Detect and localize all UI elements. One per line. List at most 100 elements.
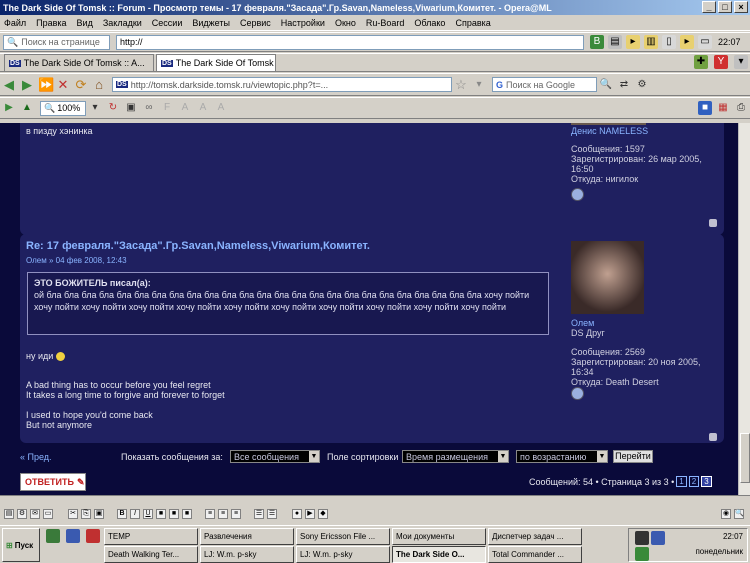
translate-icon[interactable]: ⇄ xyxy=(617,78,631,92)
format-icon[interactable]: ⚙ xyxy=(17,509,27,519)
fast-forward-icon[interactable]: ⏩ xyxy=(38,77,54,92)
menu-widgets[interactable]: Виджеты xyxy=(192,18,230,28)
page-folder-icon[interactable]: ▸ xyxy=(680,35,694,49)
image-icon[interactable]: ▣ xyxy=(124,101,138,115)
glasses-icon[interactable]: ∞ xyxy=(142,101,156,115)
menu-bookmarks[interactable]: Закладки xyxy=(103,18,142,28)
post-1-author[interactable]: Денис NAMELESS xyxy=(571,126,648,136)
format-icon[interactable]: ⎘ xyxy=(81,509,91,519)
post-2-author[interactable]: Олем xyxy=(571,318,594,328)
format-icon[interactable]: ■ xyxy=(182,509,192,519)
forward-icon[interactable]: ▶ xyxy=(20,77,34,92)
reply-button[interactable]: ОТВЕТИТЬ ✎ xyxy=(20,473,86,491)
font-size-icon[interactable]: A xyxy=(178,101,192,115)
page-search-input[interactable]: 🔍 Поиск на странице xyxy=(3,34,110,50)
underline-icon[interactable]: U xyxy=(143,509,153,519)
tray-icon[interactable] xyxy=(635,531,649,545)
quick-launch-icon[interactable] xyxy=(46,529,60,543)
settings-icon[interactable]: ⚙ xyxy=(635,78,649,92)
zoom-select[interactable]: 🔍 100% xyxy=(40,100,86,116)
list-icon[interactable]: ☰ xyxy=(267,509,277,519)
format-icon[interactable]: ▤ xyxy=(4,509,14,519)
task-lj-2[interactable]: LJ: W.m. p-sky xyxy=(296,546,390,563)
top-icon[interactable] xyxy=(709,219,717,227)
notes-icon[interactable]: ▥ xyxy=(644,35,658,49)
tab-menu-icon[interactable]: ▾ xyxy=(734,55,748,69)
format-icon[interactable]: ▣ xyxy=(94,509,104,519)
reload-icon[interactable]: ⟳ xyxy=(74,77,88,92)
search-go-icon[interactable]: 🔍 xyxy=(599,78,613,92)
menu-window[interactable]: Окно xyxy=(335,18,356,28)
task-temp[interactable]: TEMP xyxy=(104,528,198,545)
dropdown-icon[interactable]: ▾ xyxy=(472,78,486,92)
task-death-walking[interactable]: Death Walking Ter... xyxy=(104,546,198,563)
task-entertainment[interactable]: Развлечения xyxy=(200,528,294,545)
back-icon[interactable]: ◀ xyxy=(2,77,16,92)
scrollbar[interactable] xyxy=(738,123,750,495)
scroll-thumb[interactable] xyxy=(740,433,750,483)
prev-link[interactable]: « Пред. xyxy=(20,452,52,462)
align-left-icon[interactable]: ≡ xyxy=(205,509,215,519)
window-icon[interactable]: ▭ xyxy=(698,35,712,49)
format-icon[interactable]: 🔍 xyxy=(734,509,744,519)
close-button[interactable]: × xyxy=(734,1,748,13)
post-2-title[interactable]: Re: 17 февраля."Засада".Гр.Savan,Nameles… xyxy=(26,240,370,252)
quick-launch-icon[interactable] xyxy=(66,529,80,543)
format-icon[interactable]: ● xyxy=(292,509,302,519)
task-sony-ericsson[interactable]: Sony Ericsson File ... xyxy=(296,528,390,545)
save-icon[interactable]: ■ xyxy=(698,101,712,115)
tray-icon[interactable] xyxy=(651,531,665,545)
menu-file[interactable]: Файл xyxy=(4,18,26,28)
profile-icon[interactable] xyxy=(571,387,584,400)
home-icon[interactable]: ⌂ xyxy=(92,77,106,92)
extension-icon[interactable]: ✚ xyxy=(694,55,708,69)
format-icon[interactable]: ■ xyxy=(156,509,166,519)
format-icon[interactable]: ✂ xyxy=(68,509,78,519)
menu-help[interactable]: Справка xyxy=(455,18,490,28)
task-dark-side[interactable]: The Dark Side O... xyxy=(392,546,486,563)
font-style-icon[interactable]: A xyxy=(196,101,210,115)
page-2[interactable]: 2 xyxy=(688,476,700,487)
page-3[interactable]: 3 xyxy=(701,476,712,487)
url-field[interactable]: DS http://tomsk.darkside.tomsk.ru/viewtop… xyxy=(112,77,452,92)
format-icon[interactable]: ◆ xyxy=(318,509,328,519)
task-my-documents[interactable]: Мои документы xyxy=(392,528,486,545)
wand-icon[interactable]: ▲ xyxy=(20,101,34,115)
refresh-icon[interactable]: ↻ xyxy=(106,101,120,115)
font-tool-icon[interactable]: F xyxy=(160,101,174,115)
menu-ruboard[interactable]: Ru-Board xyxy=(366,18,405,28)
start-button[interactable]: ⊞ Пуск xyxy=(2,528,40,562)
menu-edit[interactable]: Правка xyxy=(36,18,66,28)
format-icon[interactable]: ▶ xyxy=(305,509,315,519)
folder-icon[interactable]: ▸ xyxy=(626,35,640,49)
format-icon[interactable]: ✉ xyxy=(30,509,40,519)
star-icon[interactable]: ☆ xyxy=(454,77,468,92)
order-select[interactable]: по возрастанию ▼ xyxy=(516,450,608,463)
tray-clock[interactable]: 22:07 xyxy=(723,532,743,541)
document-icon[interactable]: ▯ xyxy=(662,35,676,49)
show-select[interactable]: Все сообщения ▼ xyxy=(230,450,320,463)
tab-forum-1[interactable]: DS The Dark Side Of Tomsk :: A... xyxy=(4,54,154,71)
format-icon[interactable]: ■ xyxy=(169,509,179,519)
quick-launch-icon[interactable] xyxy=(86,529,100,543)
page-icon[interactable]: ▤ xyxy=(608,35,622,49)
menu-view[interactable]: Вид xyxy=(77,18,93,28)
font-weight-icon[interactable]: A xyxy=(214,101,228,115)
tray-icon[interactable] xyxy=(635,547,649,561)
align-right-icon[interactable]: ≡ xyxy=(231,509,241,519)
menu-tools[interactable]: Сервис xyxy=(240,18,271,28)
stop-icon[interactable]: ✕ xyxy=(56,77,70,92)
format-icon[interactable]: ◉ xyxy=(721,509,731,519)
align-center-icon[interactable]: ≡ xyxy=(218,509,228,519)
play-icon[interactable]: ▶ xyxy=(2,101,16,115)
minimize-button[interactable]: _ xyxy=(702,1,716,13)
format-icon[interactable]: ▭ xyxy=(43,509,53,519)
mail-icon[interactable]: Y xyxy=(714,55,728,69)
web-search-input[interactable]: G Поиск на Google xyxy=(492,77,597,92)
profile-icon[interactable] xyxy=(571,188,584,201)
window-split-icon[interactable]: ▦ xyxy=(716,101,730,115)
address-field[interactable]: http:// xyxy=(116,34,584,50)
tab-forum-2[interactable]: DSThe Dark Side Of Tomsk :: ... xyxy=(156,54,276,71)
list-icon[interactable]: ☰ xyxy=(254,509,264,519)
go-button[interactable]: Перейти xyxy=(613,450,653,463)
